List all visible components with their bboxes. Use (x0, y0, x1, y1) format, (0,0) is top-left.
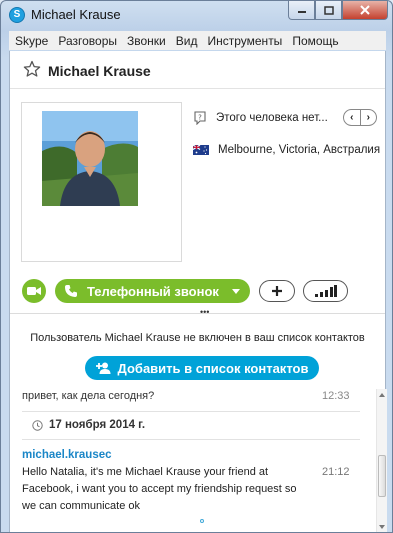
close-icon (360, 5, 370, 15)
scroll-thumb[interactable] (378, 455, 386, 497)
resize-grip-icon[interactable]: ••• (200, 307, 209, 317)
contact-name: Michael Krause (48, 63, 151, 79)
contact-header: Michael Krause (10, 51, 385, 89)
mood-message: Этого человека нет... (216, 112, 328, 124)
maximize-icon (323, 5, 334, 15)
menu-view[interactable]: Вид (176, 34, 198, 48)
phone-icon (65, 285, 77, 297)
not-in-contacts-notice: Пользователь Michael Krause не включен в… (30, 332, 365, 344)
typing-indicator-icon (200, 519, 204, 523)
menu-calls[interactable]: Звонки (127, 34, 166, 48)
splitter[interactable] (10, 313, 385, 314)
favorite-star-icon[interactable] (23, 60, 41, 78)
location-row: Melbourne, Victoria, Австралия (193, 144, 380, 156)
close-button[interactable] (342, 1, 388, 20)
message-time: 21:12 (322, 466, 350, 478)
add-participant-button[interactable] (259, 280, 295, 302)
skype-icon: S (9, 7, 25, 23)
title-bar[interactable]: S Michael Krause (1, 1, 392, 29)
video-camera-icon (27, 287, 41, 295)
skype-window: S Michael Krause Skype Разговоры Звонки … (0, 0, 393, 533)
previous-message: привет, как дела сегодня? (22, 390, 155, 402)
menu-help[interactable]: Помощь (292, 34, 338, 48)
australia-flag-icon (193, 145, 209, 155)
maximize-button[interactable] (315, 1, 342, 20)
scroll-down-arrow-icon[interactable] (379, 525, 385, 529)
avatar[interactable] (42, 111, 138, 206)
chat-scrollbar[interactable] (376, 389, 387, 532)
minimize-button[interactable] (288, 1, 315, 20)
add-to-contacts-button[interactable]: Добавить в список контактов (85, 356, 319, 380)
scroll-up-arrow-icon[interactable] (379, 393, 385, 397)
mood-navigation: ‹ › (343, 109, 377, 126)
menu-conversations[interactable]: Разговоры (58, 34, 117, 48)
svg-text:?: ? (198, 114, 202, 122)
call-quality-button[interactable] (303, 280, 348, 302)
call-label: Телефонный звонок (87, 283, 219, 299)
clock-icon (32, 419, 43, 431)
divider (22, 411, 360, 412)
phone-call-button[interactable]: Телефонный звонок (55, 279, 250, 303)
call-actions: Телефонный звонок (10, 279, 385, 303)
message-text: Hello Natalia, it's me Michael Krause yo… (22, 466, 297, 512)
menu-skype[interactable]: Skype (15, 34, 48, 48)
video-call-button[interactable] (22, 279, 46, 303)
window-controls (288, 1, 388, 20)
menu-bar: Skype Разговоры Звонки Вид Инструменты П… (9, 31, 386, 50)
message-sender[interactable]: michael.krausec (22, 449, 112, 461)
plus-icon (272, 286, 282, 296)
add-to-contacts-label: Добавить в список контактов (117, 360, 309, 376)
chat-history: привет, как дела сегодня? 12:33 17 ноябр… (10, 389, 376, 532)
add-contact-icon (95, 362, 111, 374)
menu-tools[interactable]: Инструменты (207, 34, 282, 48)
mood-row: ? Этого человека нет... (193, 111, 328, 125)
window-title: Michael Krause (31, 7, 121, 22)
location-text: Melbourne, Victoria, Австралия (218, 144, 381, 156)
date-label: 17 ноября 2014 г. (49, 419, 146, 431)
chevron-down-icon[interactable] (232, 288, 240, 294)
minimize-icon (297, 11, 306, 13)
divider (22, 439, 360, 440)
avatar-photo (42, 111, 138, 206)
signal-bars-icon (314, 285, 337, 297)
prev-arrow-icon[interactable]: ‹ (344, 110, 360, 125)
conversation-pane: Michael Krause ? Этого человека нет... ‹… (9, 51, 387, 532)
mood-question-icon: ? (194, 111, 206, 125)
previous-message-time: 12:33 (322, 390, 350, 402)
date-separator: 17 ноября 2014 г. (32, 419, 145, 431)
next-arrow-icon[interactable]: › (359, 110, 377, 125)
